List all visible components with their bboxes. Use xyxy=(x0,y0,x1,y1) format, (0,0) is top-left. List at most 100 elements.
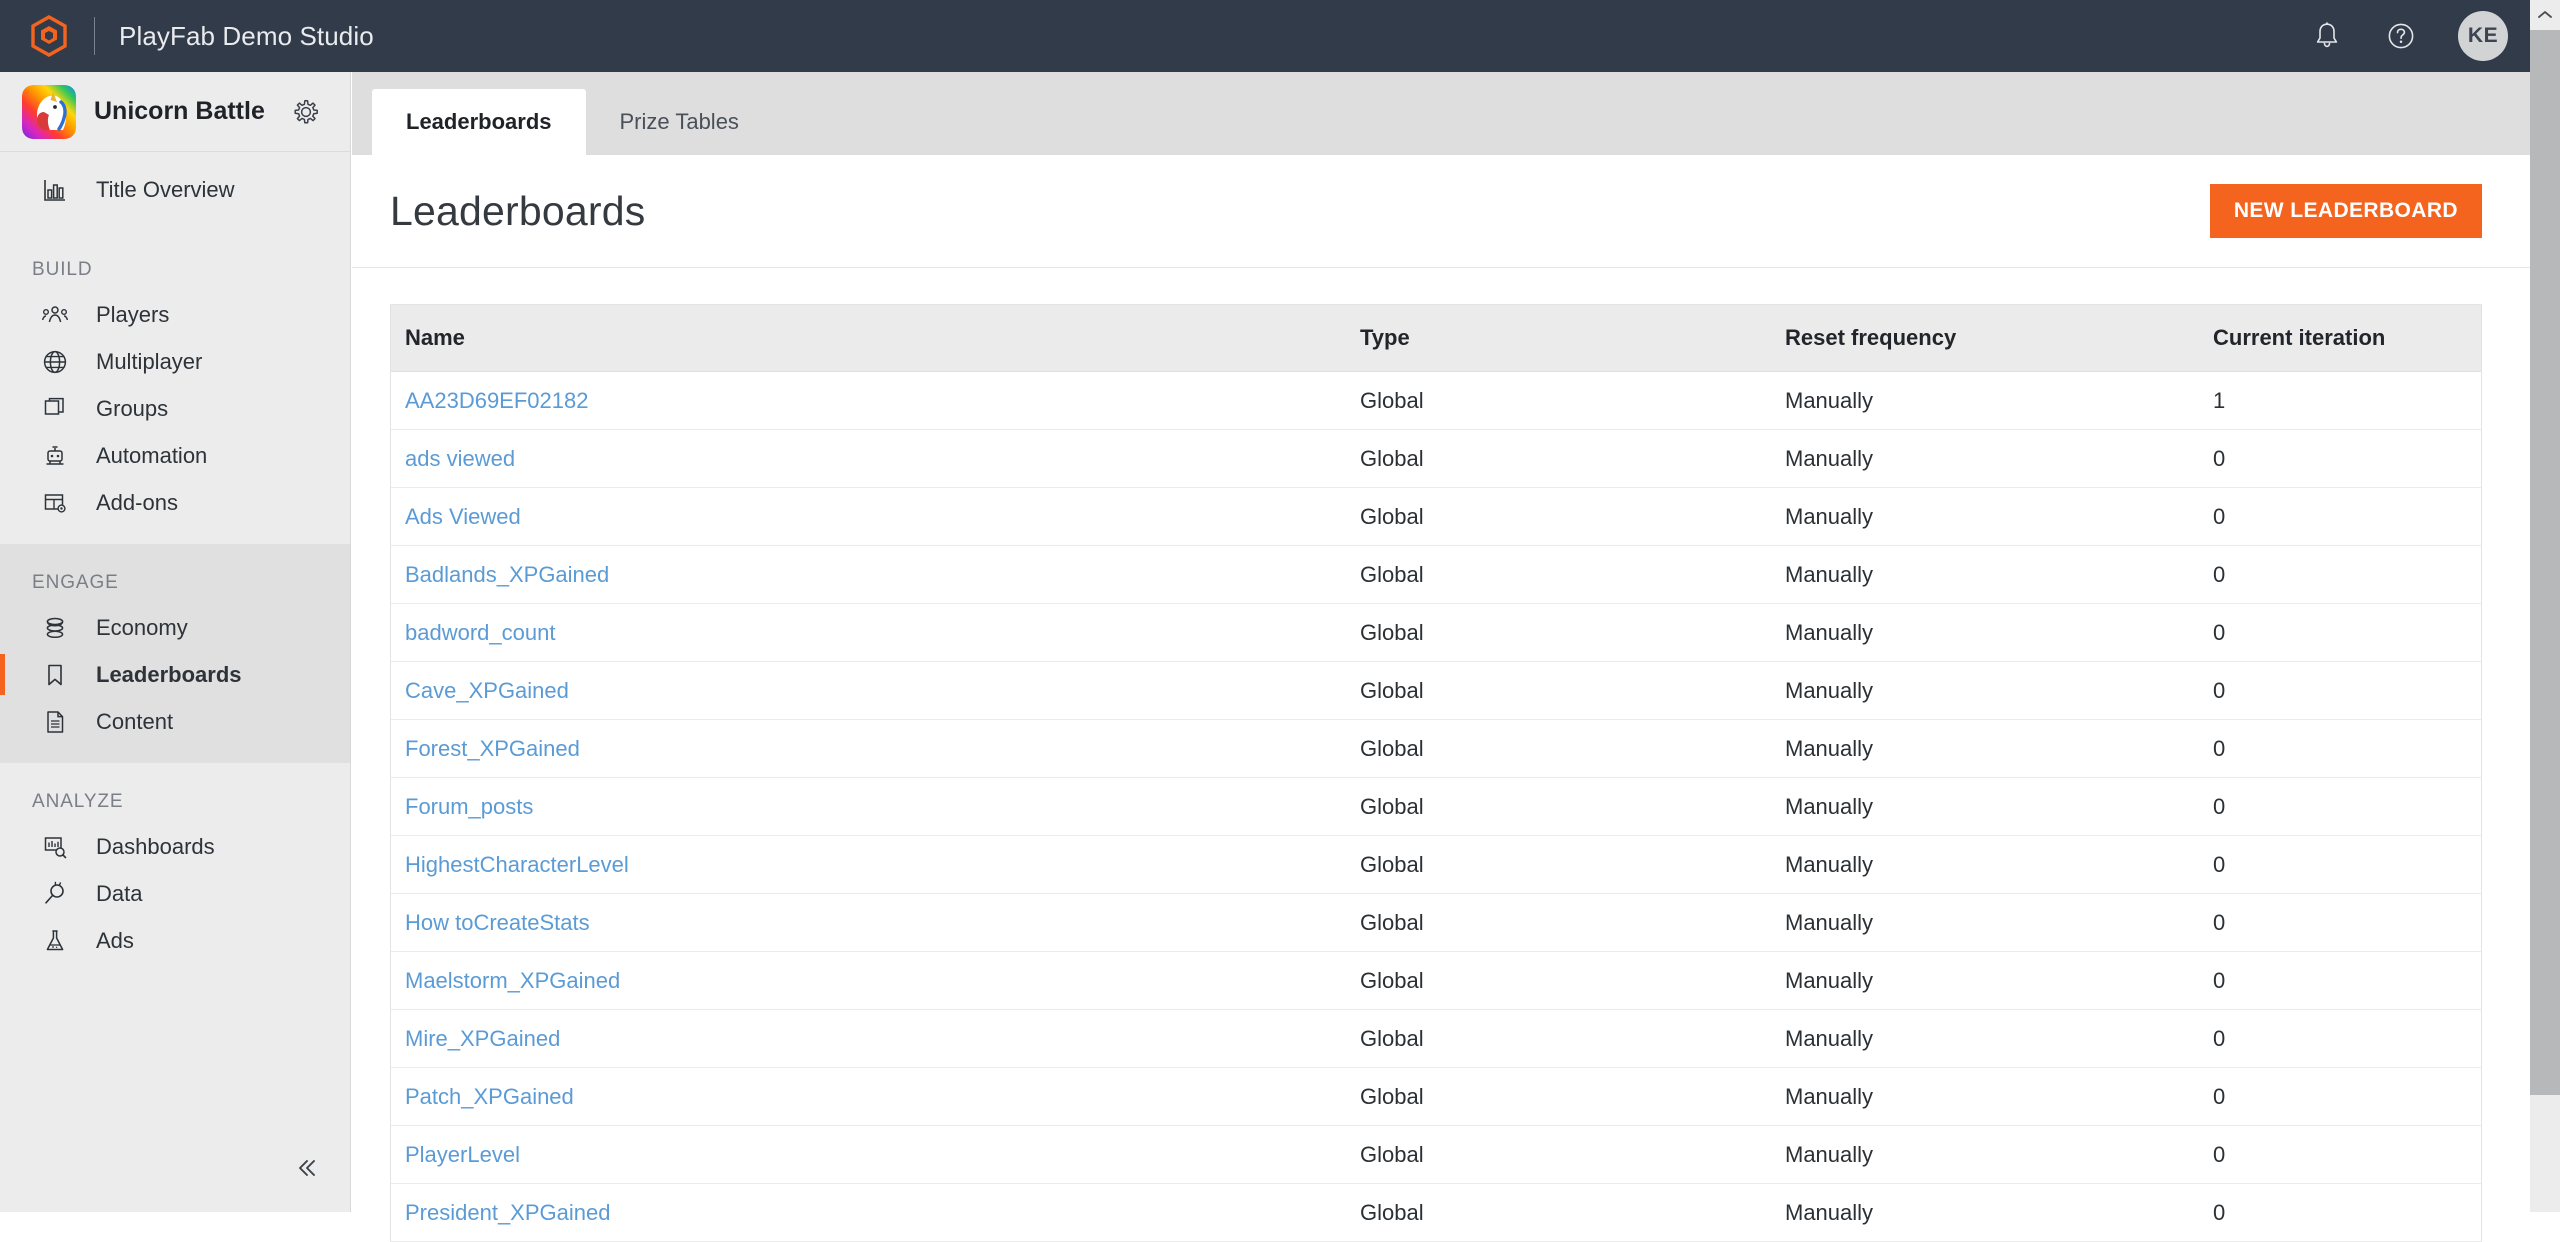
avatar[interactable]: KE xyxy=(2458,11,2508,61)
table-row: Ads Viewed Global Manually 0 xyxy=(391,487,2481,546)
vertical-scrollbar[interactable] xyxy=(2530,0,2560,1212)
leaderboard-link[interactable]: HighestCharacterLevel xyxy=(405,852,629,877)
cell-reset-frequency: Manually xyxy=(1771,1183,2199,1242)
cell-current-iteration: 0 xyxy=(2199,603,2481,662)
cell-current-iteration: 0 xyxy=(2199,1067,2481,1126)
cell-current-iteration: 0 xyxy=(2199,893,2481,952)
tab-prize-tables[interactable]: Prize Tables xyxy=(586,89,773,155)
sidebar-item-label: Ads xyxy=(96,927,134,953)
leaderboard-link[interactable]: Mire_XPGained xyxy=(405,1026,560,1051)
sidebar-item-economy[interactable]: Economy xyxy=(0,604,350,651)
cell-reset-frequency: Manually xyxy=(1771,545,2199,604)
cell-current-iteration: 0 xyxy=(2199,719,2481,778)
coins-stack-icon xyxy=(40,613,70,643)
gear-icon[interactable] xyxy=(290,96,322,128)
chevron-up-icon[interactable] xyxy=(2530,0,2560,30)
table-row: AA23D69EF02182 Global Manually 1 xyxy=(391,371,2481,430)
cell-type: Global xyxy=(1346,1009,1771,1068)
cell-current-iteration: 0 xyxy=(2199,429,2481,488)
cell-type: Global xyxy=(1346,777,1771,836)
sidebar-item-ads[interactable]: Ads xyxy=(0,917,350,964)
column-header-reset[interactable]: Reset frequency xyxy=(1771,305,2199,372)
playfab-hex-logo-icon[interactable] xyxy=(26,13,72,59)
table-header-row: Name Type Reset frequency Current iterat… xyxy=(391,305,2481,372)
cell-type: Global xyxy=(1346,487,1771,546)
cell-reset-frequency: Manually xyxy=(1771,371,2199,430)
leaderboard-link[interactable]: Badlands_XPGained xyxy=(405,562,609,587)
sidebar-item-leaderboards[interactable]: Leaderboards xyxy=(0,651,350,698)
product-name: PlayFab Demo Studio xyxy=(119,20,374,51)
bar-chart-icon xyxy=(40,175,70,205)
leaderboard-link[interactable]: Forest_XPGained xyxy=(405,736,580,761)
table-row: PlayerLevel Global Manually 0 xyxy=(391,1125,2481,1184)
flask-icon xyxy=(40,926,70,956)
unicorn-game-icon xyxy=(22,84,76,139)
cell-reset-frequency: Manually xyxy=(1771,661,2199,720)
cell-current-iteration: 0 xyxy=(2199,661,2481,720)
leaderboard-link[interactable]: PlayerLevel xyxy=(405,1142,520,1167)
cell-name: Forum_posts xyxy=(391,777,1346,836)
sidebar-item-label: Groups xyxy=(96,395,169,421)
cell-current-iteration: 1 xyxy=(2199,371,2481,430)
bookmark-icon xyxy=(40,660,70,690)
column-header-name[interactable]: Name xyxy=(391,305,1346,372)
bell-icon[interactable] xyxy=(2310,19,2344,53)
cell-name: How toCreateStats xyxy=(391,893,1346,952)
table-row: Forum_posts Global Manually 0 xyxy=(391,777,2481,836)
table-row: How toCreateStats Global Manually 0 xyxy=(391,893,2481,952)
column-header-type[interactable]: Type xyxy=(1346,305,1771,372)
table-row: Mire_XPGained Global Manually 0 xyxy=(391,1009,2481,1068)
table-row: ads viewed Global Manually 0 xyxy=(391,429,2481,488)
scrollbar-thumb[interactable] xyxy=(2530,30,2560,1095)
cell-reset-frequency: Manually xyxy=(1771,487,2199,546)
cell-current-iteration: 0 xyxy=(2199,1009,2481,1068)
sidebar-item-multiplayer[interactable]: Multiplayer xyxy=(0,338,350,385)
leaderboard-link[interactable]: AA23D69EF02182 xyxy=(405,388,588,413)
nav-group-build: BUILD Players Multiplayer Groups Automat… xyxy=(0,231,350,544)
leaderboard-link[interactable]: How toCreateStats xyxy=(405,910,590,935)
sidebar-item-title-overview[interactable]: Title Overview xyxy=(0,166,350,213)
sidebar-item-content[interactable]: Content xyxy=(0,698,350,745)
title-selector[interactable]: Unicorn Battle xyxy=(0,72,350,152)
leaderboards-table-container: Name Type Reset frequency Current iterat… xyxy=(390,304,2482,1242)
sidebar-item-label: Multiplayer xyxy=(96,348,203,374)
cell-reset-frequency: Manually xyxy=(1771,1067,2199,1126)
leaderboard-link[interactable]: ads viewed xyxy=(405,446,515,471)
cell-current-iteration: 0 xyxy=(2199,487,2481,546)
sidebar-item-dashboards[interactable]: Dashboards xyxy=(0,823,350,870)
cell-type: Global xyxy=(1346,893,1771,952)
leaderboard-link[interactable]: Cave_XPGained xyxy=(405,678,569,703)
cell-type: Global xyxy=(1346,1125,1771,1184)
new-leaderboard-button[interactable]: NEW LEADERBOARD xyxy=(2209,184,2482,238)
cell-name: President_XPGained xyxy=(391,1183,1346,1242)
leaderboard-link[interactable]: President_XPGained xyxy=(405,1200,610,1225)
cell-type: Global xyxy=(1346,1067,1771,1126)
sidebar-item-groups[interactable]: Groups xyxy=(0,385,350,432)
leaderboard-link[interactable]: badword_count xyxy=(405,620,555,645)
cell-name: PlayerLevel xyxy=(391,1125,1346,1184)
sidebar-item-data[interactable]: Data xyxy=(0,870,350,917)
cell-type: Global xyxy=(1346,429,1771,488)
column-header-iteration[interactable]: Current iteration xyxy=(2199,305,2481,372)
question-circle-icon[interactable] xyxy=(2384,19,2418,53)
table-row: Forest_XPGained Global Manually 0 xyxy=(391,719,2481,778)
cell-name: Badlands_XPGained xyxy=(391,545,1346,604)
document-icon xyxy=(40,707,70,737)
table-row: President_XPGained Global Manually 0 xyxy=(391,1183,2481,1242)
sidebar-item-automation[interactable]: Automation xyxy=(0,432,350,479)
leaderboard-link[interactable]: Ads Viewed xyxy=(405,504,521,529)
leaderboard-link[interactable]: Maelstorm_XPGained xyxy=(405,968,620,993)
cell-reset-frequency: Manually xyxy=(1771,1125,2199,1184)
sidebar-item-label: Data xyxy=(96,880,143,906)
cell-name: AA23D69EF02182 xyxy=(391,371,1346,430)
leaderboard-link[interactable]: Forum_posts xyxy=(405,794,533,819)
brand-divider xyxy=(94,17,95,55)
tab-leaderboards[interactable]: Leaderboards xyxy=(372,89,586,155)
page-title: Leaderboards xyxy=(390,187,646,234)
tab-bar: Leaderboards Prize Tables xyxy=(352,72,2530,155)
sidebar-item-add-ons[interactable]: Add-ons xyxy=(0,479,350,526)
sidebar-item-players[interactable]: Players xyxy=(0,291,350,338)
double-chevron-left-icon[interactable] xyxy=(284,1146,328,1190)
cell-name: Cave_XPGained xyxy=(391,661,1346,720)
leaderboard-link[interactable]: Patch_XPGained xyxy=(405,1084,574,1109)
